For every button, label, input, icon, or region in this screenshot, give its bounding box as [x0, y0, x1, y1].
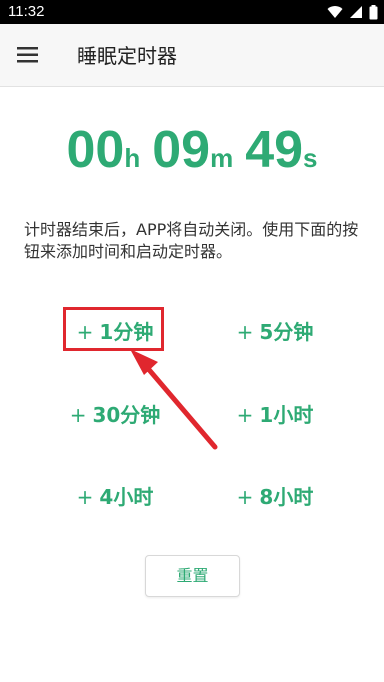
status-bar: 11:32 [0, 0, 384, 24]
battery-icon [369, 4, 378, 20]
plus-icon: + [236, 320, 254, 344]
add-button-label: 1分钟 [99, 320, 154, 344]
add-button-label: 8小时 [259, 485, 314, 509]
add-1-hour-button[interactable]: +1小时 [200, 393, 350, 437]
cell-signal-icon [349, 5, 363, 19]
reset-button[interactable]: 重置 [145, 555, 240, 597]
countdown-hours: 00 [66, 121, 125, 179]
countdown-seconds-unit: s [303, 143, 318, 173]
add-1-minute-button[interactable]: +1分钟 [40, 310, 190, 354]
countdown-hours-unit: h [124, 143, 141, 173]
plus-icon: + [69, 403, 87, 427]
plus-icon: + [76, 320, 94, 344]
countdown-minutes: 09 [152, 121, 211, 179]
countdown-minutes-unit: m [210, 143, 234, 173]
plus-icon: + [76, 485, 94, 509]
page-title: 睡眠定时器 [77, 44, 177, 68]
add-button-label: 5分钟 [259, 320, 314, 344]
add-30-minutes-button[interactable]: +30分钟 [40, 393, 190, 437]
wifi-icon [327, 5, 343, 19]
status-time: 11:32 [8, 3, 45, 20]
app-bar: 睡眠定时器 [0, 24, 384, 87]
status-icons [327, 4, 378, 20]
add-8-hours-button[interactable]: +8小时 [200, 475, 350, 519]
add-5-minutes-button[interactable]: +5分钟 [200, 310, 350, 354]
add-button-label: 1小时 [259, 403, 314, 427]
add-4-hours-button[interactable]: +4小时 [40, 475, 190, 519]
add-button-label: 30分钟 [92, 403, 161, 427]
countdown-seconds: 49 [245, 121, 304, 179]
add-button-label: 4小时 [99, 485, 154, 509]
countdown-display: 00h 09m 49s [0, 118, 384, 182]
hamburger-menu-icon[interactable] [16, 44, 40, 66]
plus-icon: + [236, 403, 254, 427]
timer-description: 计时器结束后，APP将自动关闭。使用下面的按钮来添加时间和启动定时器。 [24, 220, 359, 261]
plus-icon: + [236, 485, 254, 509]
